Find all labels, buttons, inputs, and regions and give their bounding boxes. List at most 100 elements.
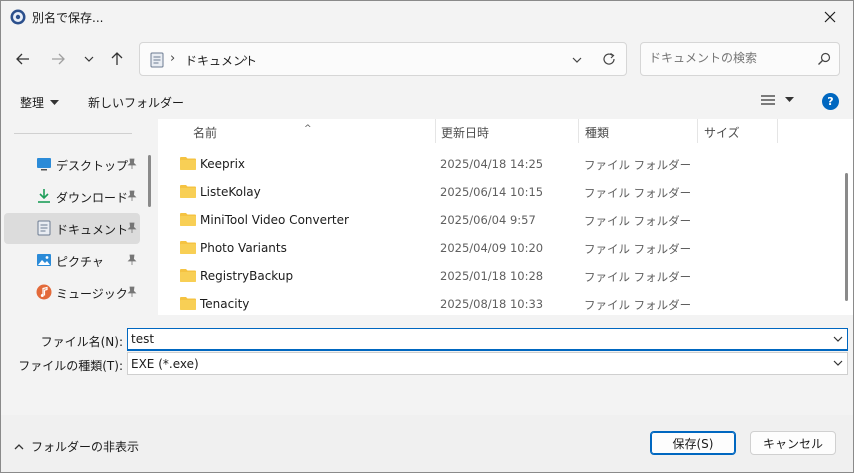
file-row[interactable]: RegistryBackup 2025/01/18 10:28 ファイル フォル… <box>176 262 826 290</box>
pin-icon[interactable] <box>126 222 138 234</box>
filename-combobox[interactable] <box>127 328 848 351</box>
sidebar-item-music[interactable]: ミュージック <box>4 277 140 308</box>
navigation-bar: › ドキュメント › <box>1 33 853 85</box>
pin-icon[interactable] <box>126 190 138 202</box>
breadcrumb-separator[interactable]: › <box>243 51 248 66</box>
cancel-button[interactable]: キャンセル <box>750 431 836 455</box>
file-date: 2025/06/14 10:15 <box>440 185 544 199</box>
pictures-icon <box>37 254 51 266</box>
column-type-label: 種類 <box>585 126 610 140</box>
command-bar: 整理 新しいフォルダー ? <box>1 85 853 119</box>
arrow-up-icon <box>111 52 123 65</box>
document-icon <box>37 220 51 236</box>
filetype-label: ファイルの種類(T): <box>18 359 123 373</box>
pin-icon[interactable] <box>126 286 138 298</box>
music-icon <box>36 284 52 300</box>
organize-button[interactable]: 整理 <box>20 94 60 111</box>
save-button[interactable]: 保存(S) <box>650 431 736 455</box>
address-bar[interactable]: › ドキュメント › <box>139 42 627 76</box>
breadcrumb-separator[interactable]: › <box>170 51 175 66</box>
sidebar-item-downloads[interactable]: ダウンロード <box>4 181 140 212</box>
column-divider[interactable] <box>777 119 778 143</box>
chevron-down-icon[interactable] <box>570 52 584 68</box>
folder-icon <box>180 185 196 198</box>
close-button[interactable] <box>807 1 853 33</box>
folder-icon <box>180 157 196 170</box>
column-size-label: サイズ <box>704 126 740 140</box>
filename-label: ファイル名(N): <box>40 335 123 349</box>
desktop-icon <box>37 158 51 171</box>
filetype-select[interactable]: EXE (*.exe) <box>127 352 848 375</box>
file-row[interactable]: ListeKolay 2025/06/14 10:15 ファイル フォルダー <box>176 178 826 206</box>
chevron-down-icon[interactable] <box>832 357 844 369</box>
pin-icon[interactable] <box>126 158 138 170</box>
sidebar-item-desktop[interactable]: デスクトップ <box>4 149 140 180</box>
sidebar-scrollbar[interactable] <box>148 155 151 207</box>
column-header-date[interactable]: 更新日時 <box>436 119 578 143</box>
file-date: 2025/08/18 10:33 <box>440 297 544 311</box>
document-icon <box>150 52 164 68</box>
chevron-down-icon[interactable] <box>832 333 844 345</box>
chevron-down-icon <box>84 56 94 62</box>
file-type: ファイル フォルダー <box>584 158 692 172</box>
chevron-up-icon <box>14 443 24 449</box>
sidebar-item-documents[interactable]: ドキュメント <box>4 213 140 244</box>
sidebar-item-label: ピクチャ <box>56 255 104 269</box>
up-button[interactable] <box>105 47 129 71</box>
file-type: ファイル フォルダー <box>584 186 692 200</box>
file-date: 2025/06/04 9:57 <box>440 213 536 227</box>
search-box[interactable] <box>640 42 840 76</box>
file-date: 2025/04/09 10:20 <box>440 241 544 255</box>
filename-input[interactable] <box>131 332 811 346</box>
search-icon[interactable] <box>816 51 832 67</box>
sidebar-item-pictures[interactable]: ピクチャ <box>4 245 140 276</box>
filetype-value: EXE (*.exe) <box>131 357 199 371</box>
folder-icon <box>180 213 196 226</box>
sidebar-item-label: デスクトップ <box>56 159 129 173</box>
sidebar-item-label: ダウンロード <box>56 191 129 205</box>
column-header-size[interactable]: サイズ <box>698 119 778 143</box>
dialog-footer: フォルダーの非表示 保存(S) キャンセル <box>1 415 853 472</box>
folder-icon <box>180 241 196 254</box>
file-name: MiniTool Video Converter <box>200 213 349 227</box>
folder-icon <box>180 297 196 310</box>
file-name: Photo Variants <box>200 241 287 255</box>
help-icon[interactable]: ? <box>822 93 839 110</box>
file-name: ListeKolay <box>200 185 261 199</box>
arrow-right-icon <box>52 53 65 65</box>
file-row[interactable]: Tenacity 2025/08/18 10:33 ファイル フォルダー <box>176 290 826 318</box>
app-icon <box>10 9 26 25</box>
hide-folders-button[interactable]: フォルダーの非表示 <box>13 438 139 455</box>
file-name: RegistryBackup <box>200 269 294 283</box>
refresh-icon[interactable] <box>601 51 617 67</box>
file-name: Tenacity <box>200 297 250 311</box>
divider <box>14 133 132 134</box>
forward-button[interactable] <box>46 47 70 71</box>
file-row[interactable]: MiniTool Video Converter 2025/06/04 9:57… <box>176 206 826 234</box>
column-header-type[interactable]: 種類 <box>579 119 697 143</box>
column-date-label: 更新日時 <box>441 126 490 140</box>
caret-down-icon <box>785 97 794 102</box>
column-header-name[interactable]: 名前 ^ <box>158 119 436 143</box>
file-type: ファイル フォルダー <box>584 242 692 256</box>
hide-folders-label: フォルダーの非表示 <box>31 440 140 454</box>
list-view-icon <box>761 95 775 105</box>
pin-icon[interactable] <box>126 254 138 266</box>
sort-ascending-icon: ^ <box>304 124 312 134</box>
file-list: 名前 ^ 更新日時 種類 サイズ Keeprix 2025/04/18 14:2… <box>158 119 853 315</box>
file-row[interactable]: Keeprix 2025/04/18 14:25 ファイル フォルダー <box>176 150 826 178</box>
folder-icon <box>180 269 196 282</box>
file-row[interactable]: Photo Variants 2025/04/09 10:20 ファイル フォル… <box>176 234 826 262</box>
view-options-button[interactable] <box>761 94 794 106</box>
search-input[interactable] <box>649 51 809 65</box>
file-date: 2025/04/18 14:25 <box>440 157 544 171</box>
recent-locations-button[interactable] <box>77 47 101 71</box>
file-type: ファイル フォルダー <box>584 298 692 312</box>
back-button[interactable] <box>11 47 35 71</box>
column-name-label: 名前 <box>193 126 218 140</box>
new-folder-button[interactable]: 新しいフォルダー <box>88 94 184 111</box>
caret-down-icon <box>50 99 60 105</box>
arrow-left-icon <box>16 53 29 65</box>
file-name: Keeprix <box>200 157 246 171</box>
file-list-scrollbar[interactable] <box>845 173 848 301</box>
